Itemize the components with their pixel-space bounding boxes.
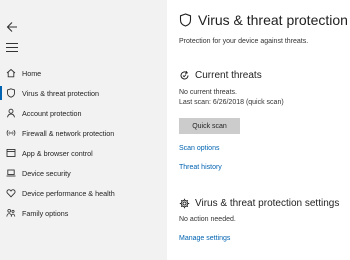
settings-title: Virus & threat protection settings <box>195 198 340 209</box>
wifi-icon <box>0 128 22 138</box>
sidebar-item-label: Home <box>22 68 42 78</box>
app-window-icon <box>0 148 22 158</box>
sidebar-item-family-options[interactable]: Family options <box>0 203 167 223</box>
person-icon <box>0 108 22 118</box>
laptop-icon <box>0 168 22 178</box>
settings-gear-icon <box>179 198 190 209</box>
family-icon <box>0 208 22 218</box>
shield-icon <box>0 88 22 98</box>
current-threats-title: Current threats <box>195 70 262 81</box>
sidebar-item-home[interactable]: Home <box>0 63 167 83</box>
main-content: Virus & threat protection Protection for… <box>167 0 350 260</box>
sidebar-item-label: Family options <box>22 208 69 218</box>
current-threats-header: Current threats <box>179 70 262 81</box>
sidebar: Home Virus & threat protection Account p… <box>0 0 167 260</box>
page-title: Virus & threat protection <box>198 12 348 28</box>
shield-icon <box>179 12 192 27</box>
settings-header: Virus & threat protection settings <box>179 198 339 209</box>
sidebar-item-device-security[interactable]: Device security <box>0 163 167 183</box>
home-icon <box>0 68 22 78</box>
page-header: Virus & threat protection <box>179 12 348 28</box>
sidebar-item-account-protection[interactable]: Account protection <box>0 103 167 123</box>
sidebar-item-label: Virus & threat protection <box>22 88 99 98</box>
last-scan-text: Last scan: 6/26/2018 (quick scan) <box>179 99 284 106</box>
threat-history-link[interactable]: Threat history <box>179 164 222 171</box>
threat-status-text: No current threats. <box>179 89 237 96</box>
sidebar-item-label: Device security <box>22 168 71 178</box>
back-arrow-icon[interactable] <box>5 20 19 34</box>
sidebar-item-virus-threat-protection[interactable]: Virus & threat protection <box>0 83 167 103</box>
sidebar-item-label: Device performance & health <box>22 188 115 198</box>
sidebar-item-app-browser-control[interactable]: App & browser control <box>0 143 167 163</box>
scan-options-link[interactable]: Scan options <box>179 145 219 152</box>
sidebar-nav: Home Virus & threat protection Account p… <box>0 63 167 223</box>
settings-status-text: No action needed. <box>179 216 236 223</box>
manage-settings-link[interactable]: Manage settings <box>179 235 230 242</box>
sidebar-item-label: App & browser control <box>22 148 93 158</box>
heart-icon <box>0 188 22 198</box>
sidebar-item-label: Firewall & network protection <box>22 128 115 138</box>
sidebar-item-device-performance-health[interactable]: Device performance & health <box>0 183 167 203</box>
hamburger-icon[interactable] <box>6 43 18 53</box>
page-subtitle: Protection for your device against threa… <box>179 38 309 45</box>
refresh-scan-icon <box>180 70 189 80</box>
sidebar-item-label: Account protection <box>22 108 82 118</box>
quick-scan-button[interactable]: Quick scan <box>179 118 240 134</box>
sidebar-item-firewall-network[interactable]: Firewall & network protection <box>0 123 167 143</box>
